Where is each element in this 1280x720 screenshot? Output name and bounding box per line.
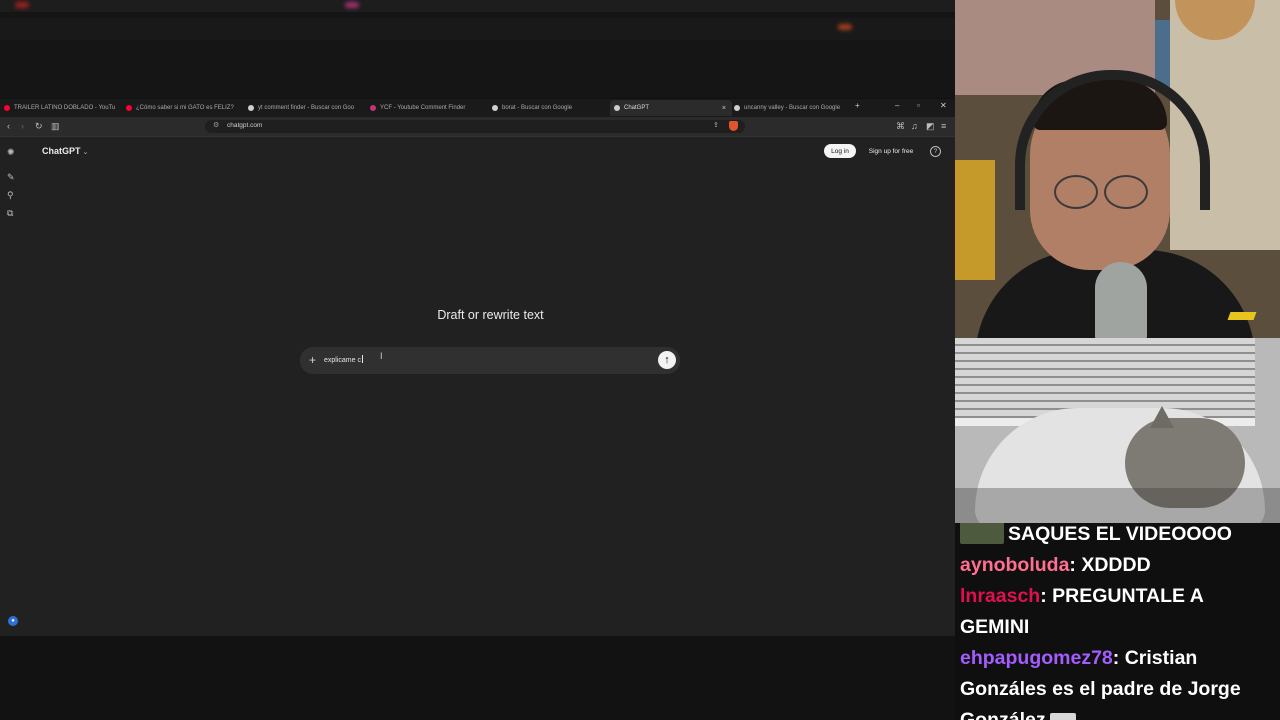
brave-shield-icon[interactable] — [729, 121, 738, 131]
chat-message: ehpapugomez78: Cristian — [960, 647, 1198, 669]
tab-ycf[interactable]: YCF - Youtube Comment Finder — [370, 100, 482, 116]
tab-trailer[interactable]: TRAILER LATINO DOBLADO - YouTu — [4, 100, 118, 116]
background-object — [955, 160, 995, 280]
tab-chatgpt[interactable]: ChatGPT × — [610, 100, 732, 116]
chat-message-continued: González — [960, 705, 1275, 720]
chat-message-text: PREGUNTALE A — [1052, 585, 1204, 607]
tab-borat[interactable]: borat - Buscar con Google — [492, 100, 604, 116]
yellow-tag — [1227, 312, 1257, 320]
window-blinds — [955, 338, 1255, 418]
chatgpt-page: ✺ ✎ ⚲ ⧉ ChatGPT ⌄ Log in Sign up for free… — [0, 137, 955, 636]
tab-label: ChatGPT — [624, 105, 650, 111]
tab-label: ¿Cómo saber si mi GATO es FELIZ? — [136, 105, 234, 111]
ibeam-cursor-icon: I — [380, 351, 383, 361]
blur-dot — [15, 2, 29, 8]
tab-label: TRAILER LATINO DOBLADO - YouTu — [14, 105, 116, 111]
restore-button[interactable]: ▫ — [917, 101, 920, 110]
desktop-background — [0, 636, 955, 720]
youtube-icon — [4, 105, 10, 111]
cat-ear — [1150, 406, 1174, 428]
share-icon[interactable]: ⇪ — [713, 121, 719, 129]
chevron-down-icon: ⌄ — [82, 149, 89, 156]
new-tab-button[interactable]: + — [855, 101, 860, 110]
blur-dot — [838, 24, 852, 30]
login-button[interactable]: Log in — [824, 144, 856, 158]
url-text: chatgpt.com — [227, 122, 263, 129]
google-icon — [734, 105, 740, 111]
menu-icon[interactable]: ≡ — [941, 121, 946, 131]
prompt-input[interactable]: explicame c — [324, 355, 363, 364]
tab-label: yt comment finder - Buscar con Goo — [258, 105, 355, 111]
chat-message-text: SAQUES EL VIDEOOOO — [1008, 523, 1232, 545]
tab-yt-comment-finder[interactable]: yt comment finder - Buscar con Goo — [248, 100, 360, 116]
shadow — [955, 488, 1280, 523]
library-icon[interactable]: ⧉ — [7, 208, 13, 218]
page-headline: Draft or rewrite text — [437, 308, 544, 322]
chat-username: aynoboluda — [960, 554, 1070, 576]
ycf-icon — [370, 105, 376, 111]
model-label: ChatGPT — [42, 146, 81, 156]
youtube-icon — [126, 105, 132, 111]
extensions-icon[interactable]: ⌘ — [896, 121, 905, 131]
prompt-input-text: explicame c — [324, 357, 361, 364]
tab-label: uncanny valley - Buscar con Google — [744, 105, 841, 111]
blur-dot — [345, 2, 359, 8]
tab-label: YCF - Youtube Comment Finder — [380, 105, 466, 111]
tab-uncanny-valley[interactable]: uncanny valley - Buscar con Google — [734, 100, 846, 116]
site-info-icon[interactable]: ⚙ — [213, 121, 219, 129]
chat-message: SAQUES EL VIDEOOOO — [960, 523, 1275, 550]
signup-button[interactable]: Sign up for free — [862, 144, 920, 158]
google-icon — [492, 105, 498, 111]
chat-message: aynoboluda: XDDDD — [960, 554, 1151, 576]
reload-icon[interactable]: ↻ — [35, 121, 43, 131]
microphone — [1095, 262, 1147, 338]
tab-label: borat - Buscar con Google — [502, 105, 573, 111]
glasses — [1050, 175, 1148, 209]
address-bar[interactable]: ⚙ chatgpt.com ⇪ — [205, 120, 745, 133]
chat-message-continued: GEMINI — [960, 612, 1275, 643]
sidebar-toggle-icon[interactable]: ▥ — [51, 121, 60, 131]
chat-username: ehpapugomez78 — [960, 647, 1113, 669]
browser-toolbar: ‹ › ↻ ▥ ⚙ chatgpt.com ⇪ ⌘ ♫ ◩ ≡ — [0, 117, 955, 137]
close-tab-icon[interactable]: × — [722, 105, 726, 112]
search-icon[interactable]: ⚲ — [7, 190, 14, 200]
cat-cam-feed — [955, 338, 1280, 523]
new-chat-icon[interactable]: ✎ — [7, 172, 15, 182]
chat-message-text: GEMINI — [960, 616, 1030, 638]
chat-message-text: González — [960, 709, 1046, 720]
chat-message: lnraasch: PREGUNTALE A — [960, 585, 1204, 607]
chat-message-text: XDDDD — [1081, 554, 1151, 576]
media-icon[interactable]: ♫ — [911, 121, 918, 131]
back-icon[interactable]: ‹ — [7, 121, 10, 131]
blur-row — [0, 18, 955, 40]
prompt-composer[interactable]: + explicame c I ↑ — [300, 347, 680, 374]
model-selector[interactable]: ChatGPT ⌄ — [42, 146, 88, 156]
close-window-button[interactable]: ✕ — [940, 101, 947, 110]
user-avatar — [960, 523, 1004, 544]
text-cursor — [361, 355, 363, 363]
tab-gato[interactable]: ¿Cómo saber si mi GATO es FELIZ? — [126, 100, 240, 116]
chat-message-continued: Gonzáles es el padre de Jorge — [960, 674, 1275, 705]
chat-message-text: Gonzáles es el padre de Jorge — [960, 678, 1241, 700]
google-icon — [248, 105, 254, 111]
blurred-top-band — [0, 0, 955, 98]
browser-window: TRAILER LATINO DOBLADO - YouTu ¿Cómo sab… — [0, 99, 955, 636]
send-button[interactable]: ↑ — [658, 351, 676, 369]
openai-logo-icon[interactable]: ✺ — [7, 147, 15, 157]
chatgpt-icon — [614, 105, 620, 111]
help-icon[interactable]: ? — [930, 146, 941, 157]
attach-icon[interactable]: + — [309, 353, 316, 367]
wallet-icon[interactable]: ◩ — [926, 121, 935, 131]
stream-chat: SAQUES EL VIDEOOOO aynoboluda: XDDDD lnr… — [955, 523, 1280, 720]
webcam-feed — [955, 0, 1280, 338]
chat-message-text: Cristian — [1124, 647, 1198, 669]
profile-icon[interactable]: ● — [8, 616, 18, 626]
minimize-button[interactable]: – — [895, 101, 899, 110]
tab-strip: TRAILER LATINO DOBLADO - YouTu ¿Cómo sab… — [0, 99, 955, 117]
chat-emote — [1049, 713, 1076, 720]
blur-row — [0, 0, 955, 12]
forward-icon[interactable]: › — [21, 121, 24, 131]
chat-username: lnraasch — [960, 585, 1041, 607]
